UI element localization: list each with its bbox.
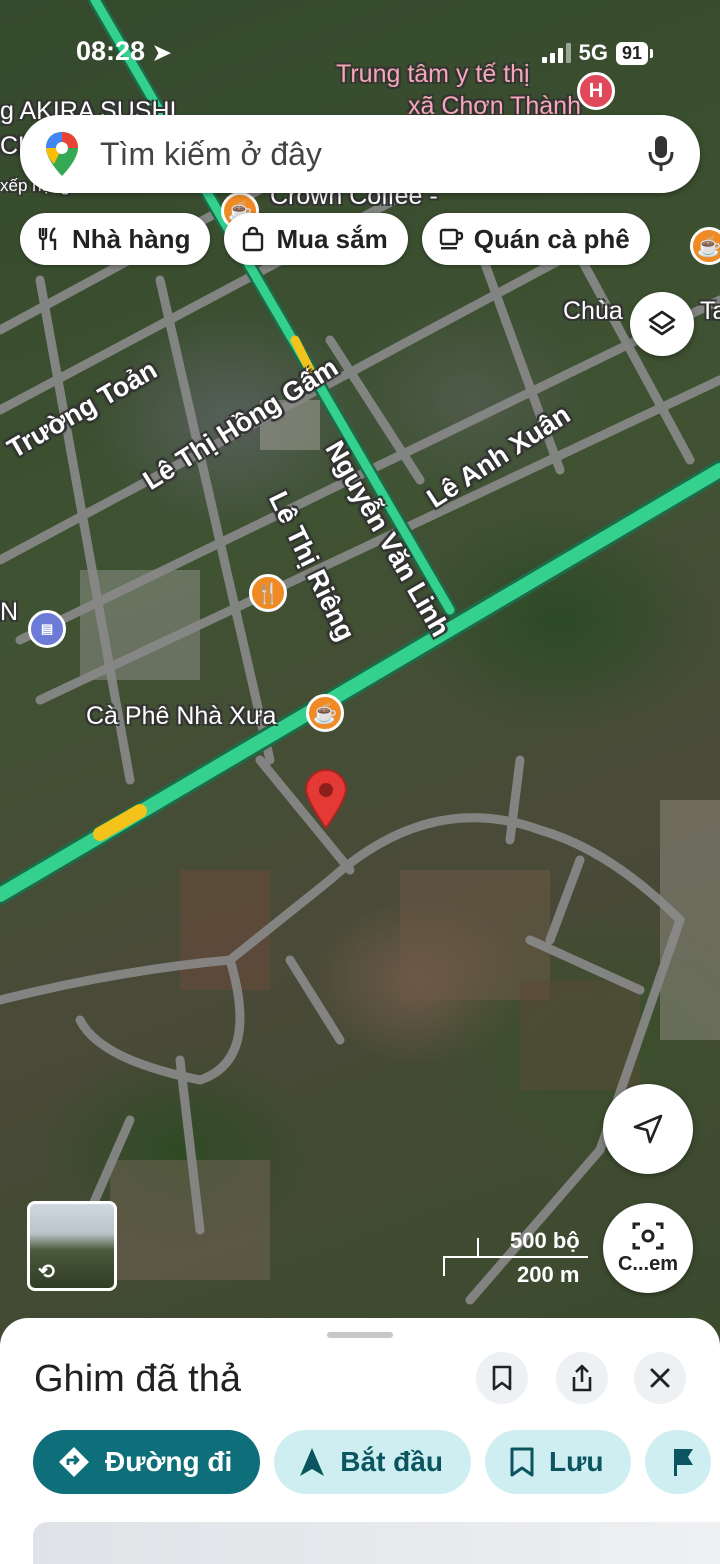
layers-button[interactable]: [630, 292, 694, 356]
scale-tick: [477, 1238, 479, 1256]
label-button[interactable]: [645, 1430, 712, 1494]
hospital-icon[interactable]: H: [577, 72, 615, 110]
status-time: 08:28 ➤: [76, 36, 172, 66]
bookmark-icon: [510, 1447, 534, 1477]
street-view-thumbnail[interactable]: ⟲: [27, 1201, 117, 1291]
directions-label: Đường đi: [105, 1446, 233, 1477]
drag-handle[interactable]: [327, 1332, 393, 1338]
chip-restaurants[interactable]: Nhà hàng: [20, 213, 211, 265]
microphone-icon[interactable]: [646, 134, 676, 174]
save-button[interactable]: Lưu: [484, 1430, 632, 1494]
poi-label-chua[interactable]: Chùa: [563, 297, 623, 326]
coffee-cup-icon[interactable]: ☕: [690, 227, 720, 265]
battery-icon: 91: [615, 41, 654, 65]
navigation-arrow-icon: [633, 1114, 663, 1144]
google-maps-logo-icon: [46, 132, 78, 176]
search-bar[interactable]: Tìm kiếm ở đây: [20, 115, 700, 193]
coffee-cup-icon: [439, 228, 463, 250]
chip-label: Nhà hàng: [72, 223, 191, 254]
status-indicators: 5G 91: [541, 40, 654, 66]
layers-icon: [648, 310, 676, 336]
poi-label-left-n: N: [0, 598, 19, 626]
bookmark-icon: [492, 1365, 512, 1391]
lens-label: C...em: [617, 1252, 679, 1275]
directions-icon: [59, 1447, 89, 1477]
scale-metric: 200 m: [517, 1262, 580, 1287]
close-button[interactable]: [634, 1352, 686, 1404]
directions-button[interactable]: Đường đi: [33, 1430, 261, 1494]
location-arrow-icon: ➤: [152, 40, 172, 65]
fork-knife-icon: [38, 227, 57, 250]
building-icon[interactable]: ▤: [28, 610, 66, 648]
poi-label-hospital[interactable]: Trung tâm y tế thị: [336, 60, 530, 89]
poi-label-chua-tail[interactable]: Ta: [700, 297, 720, 326]
close-icon: [650, 1368, 670, 1388]
scale-imperial: 500 bộ: [510, 1228, 580, 1253]
my-location-button[interactable]: [603, 1084, 693, 1174]
flag-icon: [674, 1449, 694, 1476]
save-label: Lưu: [548, 1446, 604, 1477]
start-label: Bắt đầu: [340, 1446, 443, 1477]
chip-coffee[interactable]: Quán cà phê: [421, 213, 650, 265]
action-buttons: Đường đi Bắt đầu Lưu: [33, 1430, 712, 1494]
camera-lens-icon: [632, 1222, 664, 1249]
chip-label: Mua sắm: [276, 223, 388, 254]
start-button[interactable]: Bắt đầu: [274, 1430, 471, 1494]
chip-shopping[interactable]: Mua sắm: [224, 213, 408, 265]
share-icon: [572, 1364, 592, 1392]
shopping-bag-icon: [243, 226, 264, 252]
poi-label-ca-phe-nha-xua[interactable]: Cà Phê Nhà Xưa: [86, 702, 276, 731]
search-input[interactable]: Tìm kiếm ở đây: [100, 136, 646, 173]
bookmark-button[interactable]: [476, 1352, 528, 1404]
restaurant-icon[interactable]: 🍴: [249, 574, 287, 612]
place-photo-preview[interactable]: [33, 1522, 720, 1564]
signal-icon: [541, 43, 571, 63]
category-chips: Nhà hàng Mua sắm Quán cà phê: [20, 213, 650, 265]
rotate-360-icon: ⟲: [38, 1261, 55, 1283]
network-type: 5G: [578, 40, 608, 65]
navigation-start-icon: [300, 1448, 325, 1476]
chip-label: Quán cà phê: [473, 223, 630, 254]
place-bottom-sheet[interactable]: Ghim đã thả Đường đi Bắt đầu Lưu: [0, 1318, 720, 1564]
sheet-title: Ghim đã thả: [34, 1358, 241, 1400]
share-button[interactable]: [556, 1352, 608, 1404]
lens-button[interactable]: C...em: [603, 1203, 693, 1293]
coffee-cup-icon[interactable]: ☕: [306, 694, 344, 732]
